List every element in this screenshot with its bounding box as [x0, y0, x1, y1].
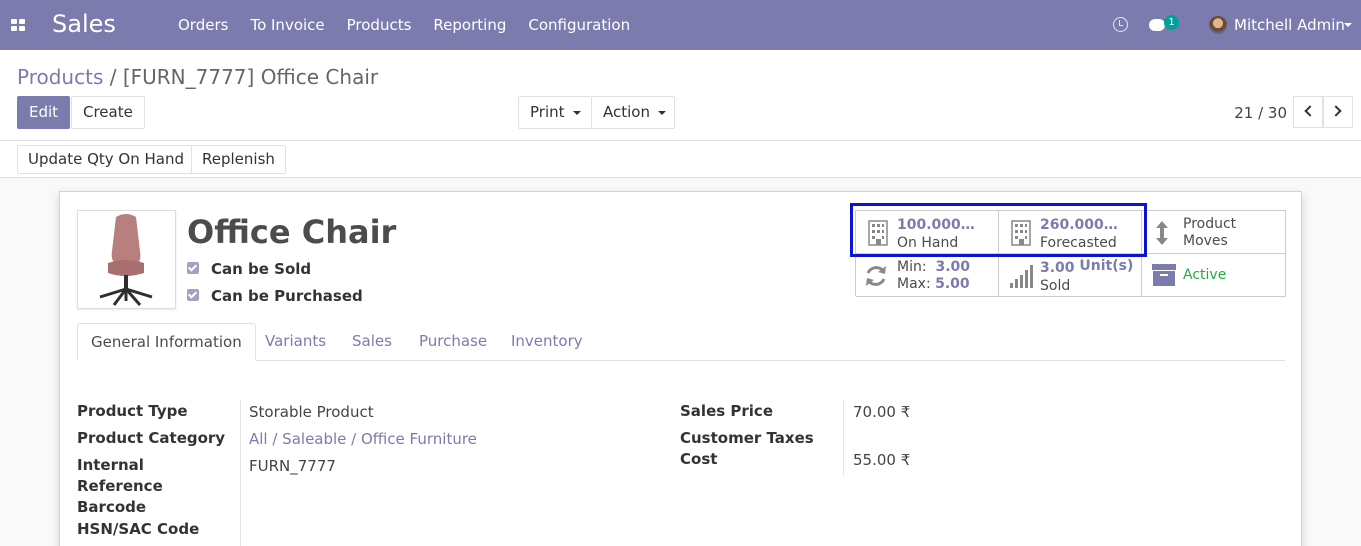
create-button[interactable]: Create — [71, 96, 145, 129]
chevron-left-icon — [1304, 105, 1316, 117]
menu-products[interactable]: Products — [347, 16, 412, 34]
sales-price-field[interactable]: 70.00 ₹ — [853, 403, 910, 421]
action-label: Action — [603, 103, 650, 121]
can-be-sold-row: Can be Sold — [187, 260, 311, 278]
tab-inventory[interactable]: Inventory — [498, 323, 596, 361]
menu-orders[interactable]: Orders — [178, 16, 228, 34]
print-dropdown[interactable]: Print — [518, 96, 592, 129]
product-moves-button[interactable]: Product Moves — [1142, 211, 1286, 254]
sold-label: Sold — [1040, 278, 1071, 294]
notebook-tabs: General Information Variants Sales Purch… — [77, 323, 1285, 361]
user-avatar[interactable] — [1209, 16, 1227, 34]
forecasted-label: Forecasted — [1040, 235, 1117, 251]
customer-taxes-label: Customer Taxes — [680, 429, 814, 447]
menu-configuration[interactable]: Configuration — [528, 16, 630, 34]
chat-icon[interactable] — [1149, 19, 1165, 31]
on-hand-label: On Hand — [897, 235, 959, 251]
app-name[interactable]: Sales — [52, 10, 116, 38]
form-sheet: Office Chair Can be Sold Can be Purchase… — [59, 191, 1302, 546]
update-qty-on-hand-button[interactable]: Update Qty On Hand — [17, 145, 196, 174]
internal-reference-label-line-2: Reference — [77, 477, 163, 495]
pager-value[interactable]: 21 / 30 — [1234, 104, 1287, 122]
top-navbar: Sales Orders To Invoice Products Reporti… — [0, 0, 1361, 50]
cost-field[interactable]: 55.00 ₹ — [853, 451, 910, 469]
active-toggle-button[interactable]: Active — [1142, 254, 1286, 297]
forecasted-button[interactable]: 260.000… Forecasted — [999, 211, 1142, 254]
on-hand-button[interactable]: 100.000… On Hand — [856, 211, 999, 254]
max-value: 5.00 — [935, 276, 970, 292]
can-be-purchased-checkbox[interactable] — [187, 288, 199, 301]
tab-general-information[interactable]: General Information — [77, 323, 256, 361]
product-image[interactable] — [77, 210, 176, 309]
print-label: Print — [530, 103, 565, 121]
breadcrumb-products[interactable]: Products — [17, 65, 103, 89]
can-be-purchased-label: Can be Purchased — [211, 287, 363, 305]
building-icon — [868, 220, 888, 246]
sales-price-label: Sales Price — [680, 402, 773, 420]
min-label: Min: — [897, 259, 927, 275]
tab-sales[interactable]: Sales — [339, 323, 405, 361]
internal-reference-label-line-1: Internal — [77, 456, 144, 474]
sold-value: 3.00 — [1040, 260, 1075, 276]
forecasted-value: 260.000… — [1040, 217, 1118, 233]
barcode-label: Barcode — [77, 498, 147, 516]
min-value: 3.00 — [935, 259, 971, 275]
chevron-right-icon — [1330, 105, 1342, 117]
can-be-sold-label: Can be Sold — [211, 260, 312, 278]
pager-next-button[interactable] — [1323, 96, 1353, 128]
menu-to-invoice[interactable]: To Invoice — [250, 16, 324, 34]
action-dropdown[interactable]: Action — [591, 96, 675, 129]
refresh-icon — [866, 266, 886, 286]
breadcrumb: Products / [FURN_7777] Office Chair — [17, 65, 378, 89]
main-menu: Orders To Invoice Products Reporting Con… — [178, 16, 652, 34]
pager-previous-button[interactable] — [1293, 96, 1323, 128]
active-label: Active — [1183, 267, 1227, 283]
sold-unit: Unit(s) — [1079, 258, 1134, 274]
smart-buttons-box: 100.000… On Hand 260.000… Forecasted Pro… — [855, 210, 1286, 297]
max-row: Max: 5.00 — [897, 276, 970, 292]
sold-button[interactable]: 3.00 Unit(s) Sold — [999, 254, 1142, 297]
internal-reference-field[interactable]: FURN_7777 — [249, 457, 336, 475]
signal-bars-icon — [1010, 265, 1033, 288]
action-caret-icon — [657, 110, 666, 115]
left-group-separator — [240, 400, 241, 546]
hsn-sac-code-label: HSN/SAC Code — [77, 520, 200, 538]
building-icon — [1011, 220, 1031, 246]
activity-clock-icon[interactable] — [1113, 17, 1128, 32]
right-group-separator — [843, 400, 844, 476]
archive-box-icon — [1152, 264, 1176, 286]
product-moves-line-1: Product — [1183, 216, 1237, 232]
up-down-arrows-icon — [1156, 221, 1168, 245]
sold-value-row: 3.00 Unit(s) — [1040, 258, 1134, 276]
breadcrumb-separator: / — [109, 65, 117, 89]
user-name[interactable]: Mitchell Admin — [1234, 16, 1345, 34]
menu-reporting[interactable]: Reporting — [433, 16, 506, 34]
product-moves-line-2: Moves — [1183, 233, 1228, 249]
edit-button[interactable]: Edit — [17, 96, 71, 129]
breadcrumb-current: [FURN_7777] Office Chair — [122, 65, 379, 89]
product-name: Office Chair — [187, 213, 397, 251]
user-menu-caret-icon[interactable] — [1344, 23, 1352, 27]
tab-purchase[interactable]: Purchase — [406, 323, 500, 361]
can-be-purchased-row: Can be Purchased — [187, 287, 363, 305]
product-category-field[interactable]: All / Saleable / Office Furniture — [249, 430, 477, 448]
on-hand-value: 100.000… — [897, 217, 975, 233]
can-be-sold-checkbox[interactable] — [187, 261, 199, 274]
max-label: Max: — [897, 276, 931, 292]
min-row: Min: 3.00 — [897, 259, 970, 275]
replenish-button[interactable]: Replenish — [191, 145, 286, 174]
product-type-label: Product Type — [77, 402, 188, 420]
product-category-label: Product Category — [77, 429, 226, 447]
print-caret-icon — [572, 110, 581, 115]
tab-variants[interactable]: Variants — [252, 323, 339, 361]
chat-count-badge: 1 — [1164, 15, 1179, 30]
cost-label: Cost — [680, 450, 718, 468]
product-type-field[interactable]: Storable Product — [249, 403, 374, 421]
apps-grid-icon[interactable] — [11, 19, 25, 31]
reordering-rules-button[interactable]: Min: 3.00 Max: 5.00 — [856, 254, 999, 297]
